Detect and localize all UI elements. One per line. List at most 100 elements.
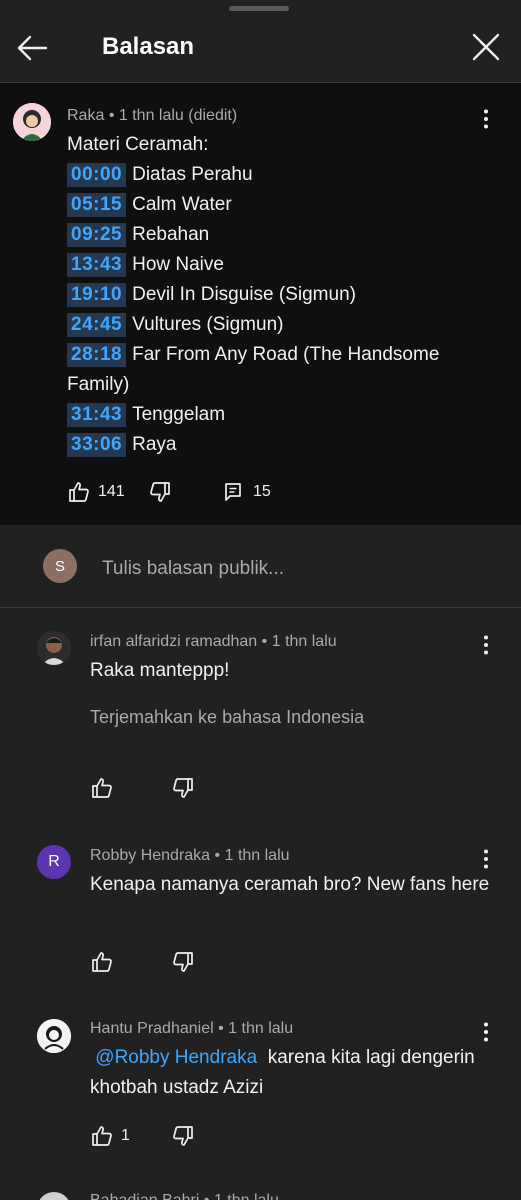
avatar-letter: S — [54, 557, 65, 575]
like-button[interactable]: 141 — [67, 480, 125, 504]
comment-icon — [225, 483, 241, 501]
track-line: 31:43 Tenggelam — [67, 400, 497, 430]
comment-text: @Robby Hendraka karena kita lagi dengeri… — [90, 1043, 500, 1103]
timestamp-link[interactable]: 00:00 — [67, 163, 127, 187]
comment-author[interactable]: Bahadian Bahri — [90, 1192, 199, 1200]
more-options-button[interactable] — [474, 847, 498, 871]
timestamp-link[interactable]: 28:18 — [67, 343, 127, 367]
track-line: 09:25 Rebahan — [67, 220, 497, 250]
comment-meta: irfan alfaridzi ramadhan • 1 thn lalu — [90, 633, 337, 650]
reply-comment: irfan alfaridzi ramadhan • 1 thn lalu Ra… — [0, 608, 521, 828]
thumbs-up-icon — [92, 1126, 112, 1146]
comment-text: Raka manteppp! — [90, 660, 230, 681]
more-options-button[interactable] — [474, 633, 498, 657]
like-button[interactable]: 1 — [90, 1124, 130, 1148]
track-line: 19:10 Devil In Disguise (Sigmun) — [67, 280, 497, 310]
comment-text: Kenapa namanya ceramah bro? New fans her… — [90, 874, 490, 895]
more-options-button[interactable] — [474, 107, 498, 131]
track-title: Devil In Disguise (Sigmun) — [132, 284, 356, 305]
reply-comment: Hantu Pradhaniel • 1 thn lalu @Robby Hen… — [0, 1003, 521, 1173]
timestamp-link[interactable]: 19:10 — [67, 283, 127, 307]
timestamp-link[interactable]: 05:15 — [67, 193, 127, 217]
timestamp-link[interactable]: 24:45 — [67, 313, 127, 337]
dislike-button[interactable] — [148, 480, 172, 504]
mention-link[interactable]: @Robby Hendraka — [95, 1047, 257, 1068]
reply-count: 15 — [253, 483, 271, 500]
track-line: 24:45 Vultures (Sigmun) — [67, 310, 497, 340]
track-title: Calm Water — [132, 194, 232, 215]
like-count: 1 — [121, 1127, 130, 1144]
track-line: 05:15 Calm Water — [67, 190, 497, 220]
page-title: Balasan — [102, 33, 195, 60]
header: Balasan — [0, 12, 521, 83]
thumbs-down-icon — [173, 952, 193, 972]
thumbs-up-icon — [92, 778, 112, 798]
replies-button[interactable]: 15 — [222, 480, 271, 504]
dislike-button[interactable] — [171, 950, 195, 974]
timestamp-link[interactable]: 09:25 — [67, 223, 127, 247]
dislike-button[interactable] — [171, 776, 195, 800]
arrow-left-icon — [17, 35, 48, 61]
back-button[interactable] — [14, 32, 50, 64]
more-vertical-icon — [484, 635, 488, 655]
thumbs-down-icon — [173, 778, 193, 798]
comment-author[interactable]: Hantu Pradhaniel — [90, 1020, 214, 1037]
comment-author[interactable]: Raka — [67, 107, 104, 124]
thumbs-down-icon — [150, 482, 170, 502]
track-line: 33:06 Raya — [67, 430, 497, 460]
comment-meta: Hantu Pradhaniel • 1 thn lalu — [90, 1020, 294, 1037]
dislike-button[interactable] — [171, 1124, 195, 1148]
track-title: Far From Any Road (The Handsome — [132, 344, 440, 365]
timestamp-link[interactable]: 13:43 — [67, 253, 127, 277]
track-title: Diatas Perahu — [132, 164, 253, 185]
comment-meta: Robby Hendraka • 1 thn lalu — [90, 847, 290, 864]
more-vertical-icon — [484, 849, 488, 869]
avatar-letter: R — [48, 853, 60, 870]
avatar[interactable] — [37, 1192, 71, 1200]
parent-comment: Raka • 1 thn lalu (diedit) Materi Cerama… — [0, 83, 521, 525]
profile-photo-icon — [13, 103, 51, 141]
close-button[interactable] — [468, 32, 504, 64]
comment-time: 1 thn lalu — [224, 847, 290, 864]
like-button[interactable] — [90, 776, 121, 800]
track-line: 13:43 How Naive — [67, 250, 497, 280]
comment-meta: Bahadian Bahri • 1 thn lalu — [90, 1192, 279, 1200]
close-icon — [472, 33, 500, 61]
track-title: How Naive — [132, 254, 224, 275]
track-title: Vultures (Sigmun) — [132, 314, 284, 335]
track-line: 00:00 Diatas Perahu — [67, 160, 497, 190]
avatar[interactable] — [37, 631, 71, 665]
avatar[interactable] — [37, 1019, 71, 1053]
timestamp-link[interactable]: 33:06 — [67, 433, 127, 457]
thumbs-down-icon — [173, 1126, 193, 1146]
comment-time: 1 thn lalu — [228, 1020, 294, 1037]
comment-time: 1 thn lalu (diedit) — [118, 107, 238, 124]
like-button[interactable] — [90, 950, 121, 974]
profile-photo-icon — [37, 1019, 71, 1053]
thumbs-up-icon — [69, 482, 89, 502]
timestamp-link[interactable]: 31:43 — [67, 403, 127, 427]
comment-time: 1 thn lalu — [271, 633, 337, 650]
more-vertical-icon — [484, 109, 488, 129]
reply-composer: S Tulis balasan publik... — [0, 526, 521, 608]
more-vertical-icon — [484, 1022, 488, 1042]
track-line: 28:18 Far From Any Road (The Handsome — [67, 340, 497, 370]
user-avatar: S — [43, 549, 77, 583]
thumbs-up-icon — [92, 952, 112, 972]
comment-author[interactable]: Robby Hendraka — [90, 847, 210, 864]
translate-link[interactable]: Terjemahkan ke bahasa Indonesia — [90, 707, 364, 728]
comment-text: Materi Ceramah: 00:00 Diatas Perahu 05:15… — [67, 130, 497, 460]
track-title: Tenggelam — [132, 404, 226, 425]
reply-comment: Bahadian Bahri • 1 thn lalu — [0, 1180, 521, 1200]
reply-input[interactable]: Tulis balasan publik... — [102, 558, 284, 580]
comment-author[interactable]: irfan alfaridzi ramadhan — [90, 633, 257, 650]
avatar[interactable] — [13, 103, 51, 141]
drag-handle[interactable] — [229, 6, 289, 11]
track-title: Raya — [132, 434, 177, 455]
avatar[interactable]: R — [37, 845, 71, 879]
comment-time: 1 thn lalu — [214, 1192, 279, 1200]
track-title-continued: Family) — [67, 374, 130, 395]
more-options-button[interactable] — [474, 1020, 498, 1044]
reply-comment: R Robby Hendraka • 1 thn lalu Kenapa nam… — [0, 830, 521, 995]
comment-intro: Materi Ceramah: — [67, 134, 209, 155]
